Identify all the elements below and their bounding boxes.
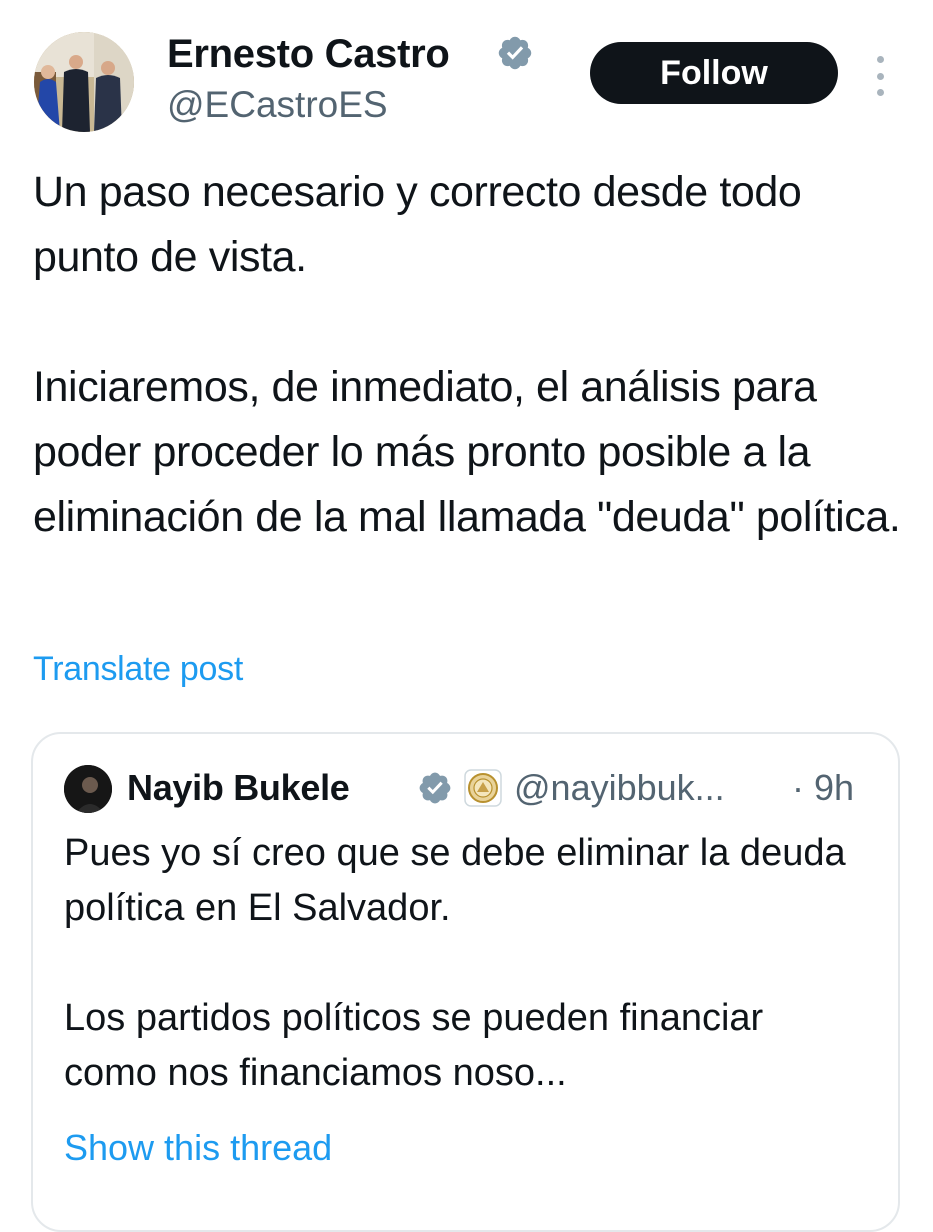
- avatar-photo: [34, 32, 134, 132]
- quoted-author-handle: @nayibbuk...: [514, 767, 725, 808]
- quoted-paragraph: Los partidos políticos se pueden financi…: [64, 997, 764, 1094]
- verified-badge-icon: [419, 772, 451, 804]
- author-avatar[interactable]: [34, 32, 134, 132]
- quoted-paragraph: Pues yo sí creo que se debe eliminar la …: [64, 832, 846, 929]
- translate-post-link[interactable]: Translate post: [33, 645, 243, 693]
- post-paragraph: Un paso necesario y correcto desde todo …: [33, 168, 802, 281]
- government-seal-icon: [464, 769, 502, 807]
- post-text: Un paso necesario y correcto desde todo …: [33, 160, 913, 550]
- quoted-timestamp: · 9h: [792, 767, 855, 808]
- quoted-author-name: Nayib Bukele: [127, 767, 350, 808]
- quoted-post-text: Pues yo sí creo que se debe eliminar la …: [64, 826, 884, 1101]
- show-thread-link[interactable]: Show this thread: [64, 1124, 332, 1172]
- verified-badge-icon: [498, 36, 532, 70]
- author-name[interactable]: Ernesto Castro: [167, 30, 450, 78]
- more-vertical-icon[interactable]: [866, 56, 894, 96]
- author-handle[interactable]: @ECastroES: [167, 83, 388, 127]
- quoted-avatar-photo: [64, 765, 112, 813]
- quoted-author-avatar: [64, 765, 112, 813]
- follow-button[interactable]: Follow: [590, 42, 838, 104]
- post-paragraph: Iniciaremos, de inmediato, el análisis p…: [33, 363, 901, 541]
